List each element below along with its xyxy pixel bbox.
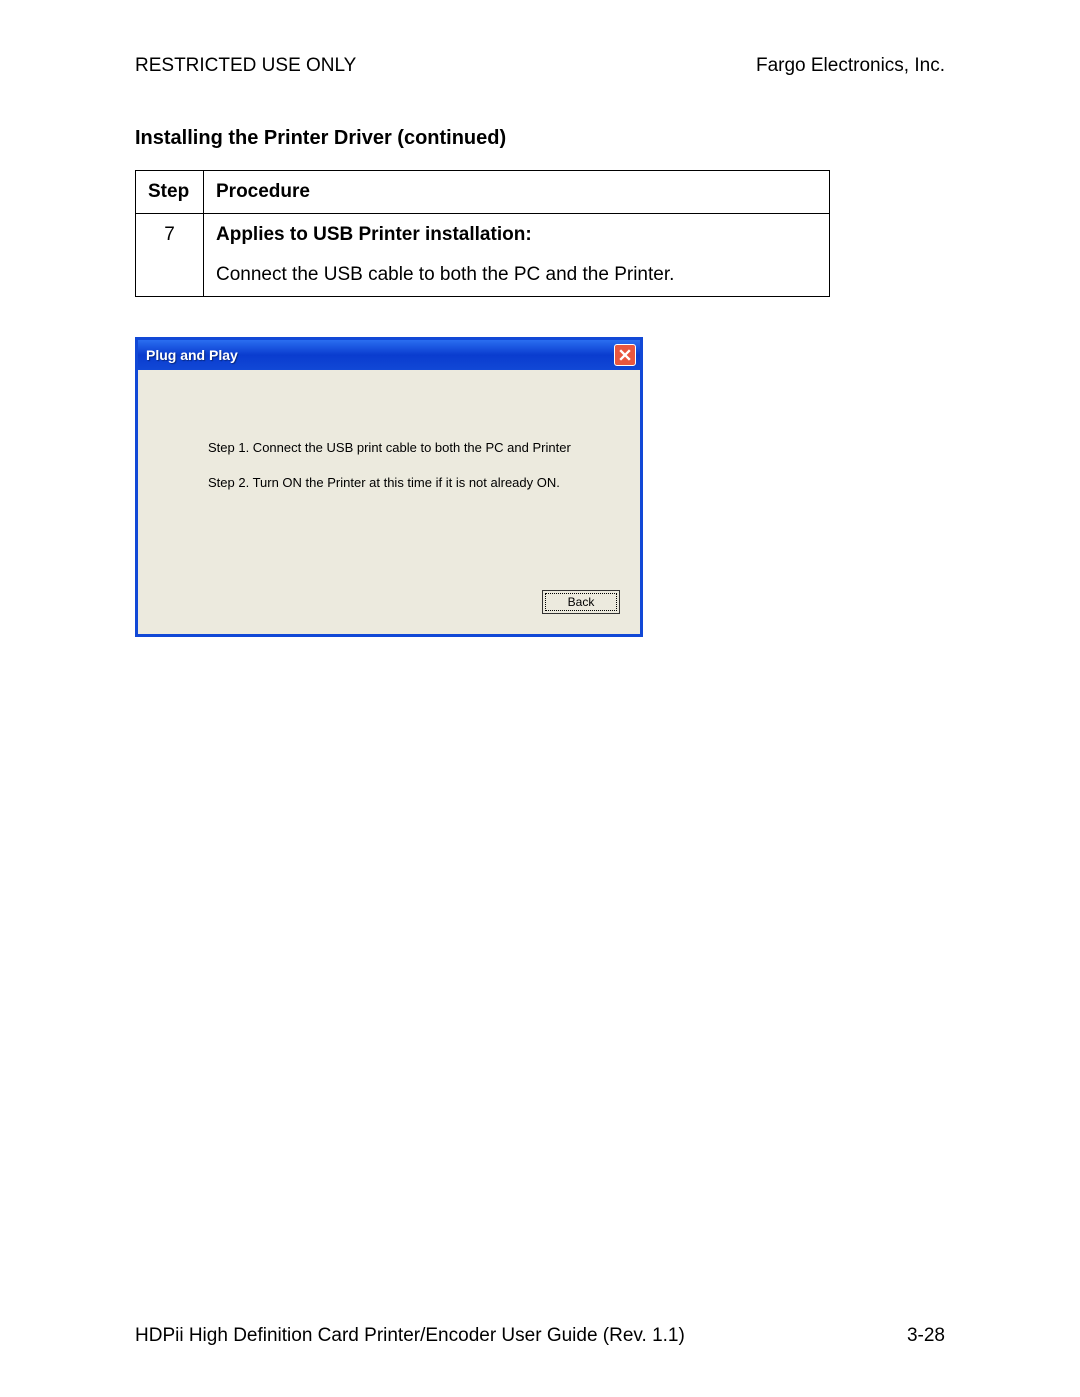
close-icon	[619, 349, 631, 361]
dialog-footer: Back	[138, 590, 640, 634]
table-row: 7 Applies to USB Printer installation: C…	[136, 214, 830, 297]
header-right: Fargo Electronics, Inc.	[756, 55, 945, 77]
procedure-bold: Applies to USB Printer installation:	[216, 224, 817, 246]
dialog-body: Step 1. Connect the USB print cable to b…	[138, 370, 640, 590]
dialog-step2: Step 2. Turn ON the Printer at this time…	[208, 475, 610, 490]
procedure-table: Step Procedure 7 Applies to USB Printer …	[135, 170, 830, 297]
back-button[interactable]: Back	[542, 590, 620, 614]
page-footer: HDPii High Definition Card Printer/Encod…	[135, 1325, 945, 1347]
close-button[interactable]	[614, 344, 636, 366]
procedure-cell: Applies to USB Printer installation: Con…	[204, 214, 830, 297]
dialog-titlebar: Plug and Play	[138, 340, 640, 370]
dialog-step1: Step 1. Connect the USB print cable to b…	[208, 440, 610, 455]
step-number: 7	[136, 214, 204, 297]
col-procedure: Procedure	[204, 171, 830, 214]
section-title: Installing the Printer Driver (continued…	[135, 127, 945, 150]
col-step: Step	[136, 171, 204, 214]
dialog-title: Plug and Play	[146, 347, 238, 363]
plug-and-play-dialog: Plug and Play Step 1. Connect the USB pr…	[135, 337, 643, 637]
table-header-row: Step Procedure	[136, 171, 830, 214]
procedure-text: Connect the USB cable to both the PC and…	[216, 264, 674, 285]
footer-right: 3-28	[907, 1325, 945, 1347]
footer-left: HDPii High Definition Card Printer/Encod…	[135, 1325, 685, 1347]
page-header: RESTRICTED USE ONLY Fargo Electronics, I…	[135, 55, 945, 77]
header-left: RESTRICTED USE ONLY	[135, 55, 356, 77]
